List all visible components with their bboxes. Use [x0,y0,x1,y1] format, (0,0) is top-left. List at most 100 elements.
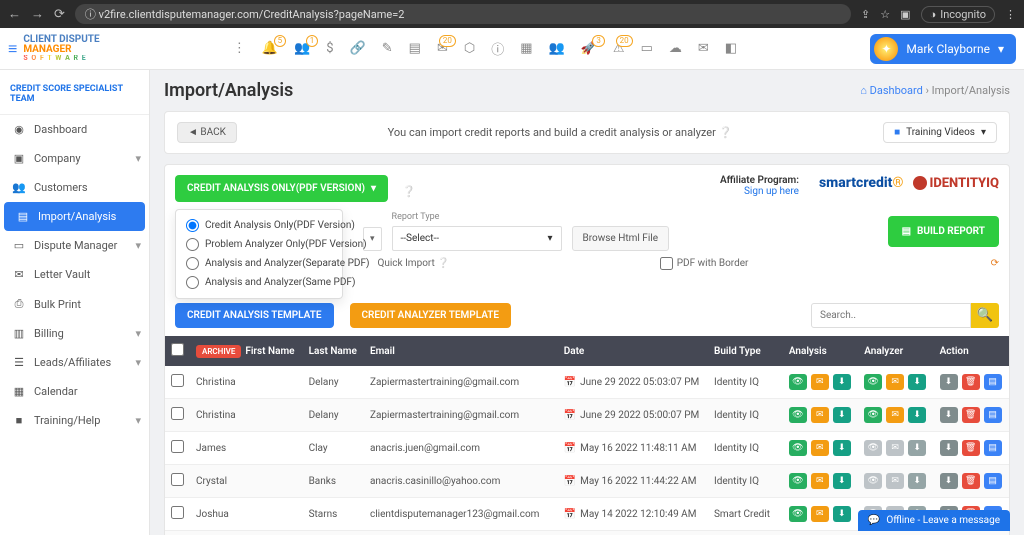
row-checkbox[interactable] [171,440,184,453]
user-menu[interactable]: ✦ Mark Clayborne ▾ [870,34,1016,64]
select-all-checkbox[interactable] [171,343,184,356]
sidebar-item-leads-affiliates[interactable]: ☰Leads/Affiliates▾ [0,348,149,377]
credit-analysis-template-button[interactable]: CREDIT ANALYSIS TEMPLATE [175,303,334,328]
doc-icon[interactable]: ▤ [984,374,1002,390]
sidebar-item-calendar[interactable]: ▦Calendar [0,377,149,406]
help-icon[interactable]: ❔ [437,258,449,269]
back-icon[interactable]: ← [8,6,21,22]
mail-icon[interactable]: ✉ [886,374,904,390]
smartcredit-logo[interactable]: smartcredit® [819,175,903,191]
search-button[interactable]: 🔍 [971,303,999,328]
refresh-icon[interactable]: ⟳ [991,258,999,269]
download-icon[interactable]: ⬇ [908,374,926,390]
download-icon[interactable]: ⬇ [833,374,851,390]
link-icon[interactable]: 🔗 [350,41,366,56]
warn-icon[interactable]: ⚠20 [613,41,625,56]
help-icon[interactable]: ❔ [719,126,733,139]
archive-icon[interactable]: ⬇ [940,473,958,489]
money-icon[interactable]: $ [326,41,333,56]
mail-icon[interactable]: ✉ [811,374,829,390]
delete-icon[interactable]: 🗑 [962,440,980,456]
edit-icon[interactable]: ✎ [382,41,393,56]
mail-icon[interactable]: ✉ [811,407,829,423]
grid-icon[interactable]: ▦ [520,41,532,56]
mail-icon[interactable]: ✉ [811,473,829,489]
mail-icon[interactable]: ✉ [811,506,829,522]
url-bar[interactable]: ⓘ v2fire.clientdisputemanager.com/Credit… [75,4,851,24]
download-icon[interactable]: ⬇ [908,473,926,489]
pdf-border-checkbox[interactable] [660,257,673,270]
mail-icon[interactable]: ✉ [886,473,904,489]
archive-icon[interactable]: ⬇ [940,374,958,390]
extension-icon[interactable]: ▣ [900,8,910,21]
download-icon[interactable]: ⬇ [833,506,851,522]
download-icon[interactable]: ⬇ [833,473,851,489]
sidebar-item-bulk-print[interactable]: ⎙Bulk Print [0,289,149,319]
help-icon[interactable]: ❔ [402,179,416,198]
card-icon[interactable]: ▭ [641,41,653,56]
row-checkbox[interactable] [171,374,184,387]
pdf-option[interactable]: Credit Analysis Only(PDF Version) [180,216,338,235]
view-icon[interactable]: 👁 [789,374,807,390]
profile-icon[interactable]: ◧ [725,41,737,56]
view-icon[interactable]: 👁 [864,473,882,489]
users-icon[interactable]: 👥1 [294,41,310,56]
row-checkbox[interactable] [171,407,184,420]
archive-icon[interactable]: ⬇ [940,407,958,423]
back-button[interactable]: ◄ BACK [177,122,237,143]
pdf-option[interactable]: Analysis and Analyzer(Separate PDF) [180,254,338,273]
chat-offline-widget[interactable]: 💬 Offline - Leave a message [858,510,1010,531]
sidebar-item-company[interactable]: ▣Company▾ [0,144,149,173]
credit-analyzer-template-button[interactable]: CREDIT ANALYZER TEMPLATE [350,303,512,328]
delete-icon[interactable]: 🗑 [962,407,980,423]
view-icon[interactable]: 👁 [789,407,807,423]
hamburger-icon[interactable]: ≡ [8,39,17,59]
cloud-icon[interactable]: ☁ [669,41,682,56]
mail-icon[interactable]: ✉ [811,440,829,456]
delete-icon[interactable]: 🗑 [962,473,980,489]
star-icon[interactable]: ☆ [880,8,890,21]
sidebar-item-import-analysis[interactable]: ▤Import/Analysis [4,202,145,231]
pdf-version-dropdown[interactable]: CREDIT ANALYSIS ONLY(PDF VERSION) ▾ [175,175,388,202]
archive-icon[interactable]: ⬇ [940,440,958,456]
view-icon[interactable]: 👁 [789,506,807,522]
download-icon[interactable]: ⬇ [908,407,926,423]
doc-icon[interactable]: ▤ [984,440,1002,456]
affiliate-signup-link[interactable]: Sign up here [744,186,799,197]
row-checkbox[interactable] [171,473,184,486]
view-icon[interactable]: 👁 [864,374,882,390]
file-icon[interactable]: ▤ [409,41,421,56]
download-icon[interactable]: ⬇ [833,440,851,456]
mail-icon[interactable]: ✉20 [437,41,448,56]
download-icon[interactable]: ⬇ [833,407,851,423]
row-checkbox[interactable] [171,506,184,519]
sidebar-item-dashboard[interactable]: ◉Dashboard [0,115,149,144]
view-icon[interactable]: 👁 [789,440,807,456]
training-videos-button[interactable]: ■Training Videos ▾ [883,122,997,143]
rocket-icon[interactable]: 🚀3 [581,41,597,56]
report-type-select[interactable]: --Select--▾ [392,226,562,251]
mail-icon[interactable]: ✉ [886,407,904,423]
view-icon[interactable]: 👁 [789,473,807,489]
menu-icon[interactable]: ⋮ [1005,8,1016,21]
pdf-option[interactable]: Problem Analyzer Only(PDF Version) [180,235,338,254]
bell-icon[interactable]: 🔔5 [262,41,278,56]
forward-icon[interactable]: → [31,6,44,22]
sidebar-item-letter-vault[interactable]: ✉Letter Vault [0,260,149,289]
identityiq-logo[interactable]: IDENTITYIQ [913,176,999,191]
team-icon[interactable]: 👥 [549,41,565,56]
sidebar-item-training-help[interactable]: ■Training/Help▾ [0,406,149,435]
mail-icon[interactable]: ✉ [886,440,904,456]
inbox-icon[interactable]: ✉ [698,41,709,56]
sidebar-item-billing[interactable]: ▥Billing▾ [0,319,149,348]
info-icon[interactable]: ⓘ [491,39,504,58]
sidebar-item-customers[interactable]: 👥Customers [0,173,149,202]
org-icon[interactable]: ⬡ [464,41,475,56]
share-icon[interactable]: ⇪ [861,8,870,21]
sidebar-item-dispute-manager[interactable]: ▭Dispute Manager▾ [0,231,149,260]
breadcrumb-dashboard[interactable]: Dashboard [870,84,923,97]
doc-icon[interactable]: ▤ [984,473,1002,489]
view-icon[interactable]: 👁 [864,440,882,456]
build-report-button[interactable]: ▤ BUILD REPORT [888,216,999,247]
reload-icon[interactable]: ⟳ [54,7,65,22]
